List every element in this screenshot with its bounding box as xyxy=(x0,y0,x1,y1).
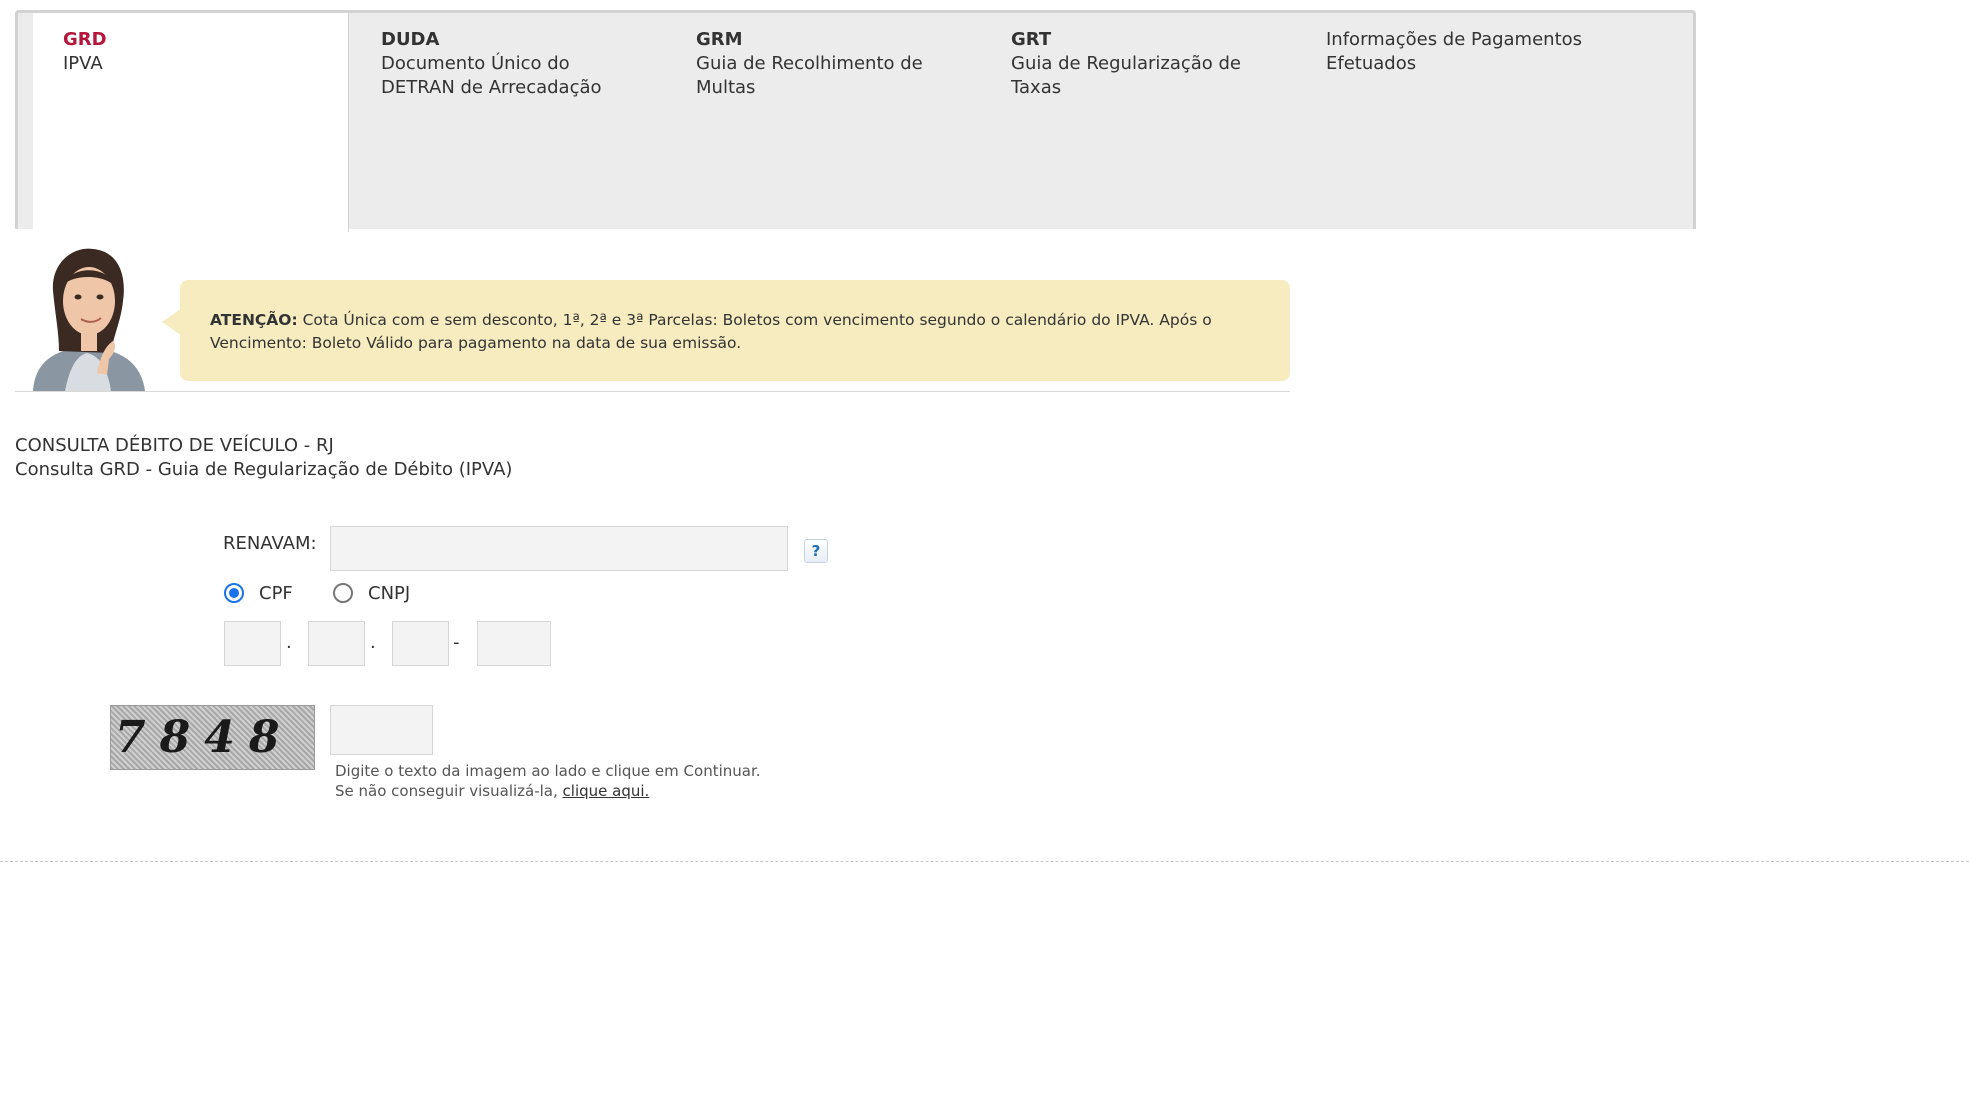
cpf-radio[interactable] xyxy=(224,583,244,603)
captcha-reload-link[interactable]: clique aqui. xyxy=(563,782,650,800)
cpf-radio-label[interactable]: CPF xyxy=(259,583,293,604)
captcha-input[interactable] xyxy=(330,705,433,755)
tab-grm[interactable]: GRM Guia de Recolhimento de Multas xyxy=(696,28,956,100)
tab-duda-code: DUDA xyxy=(381,29,440,50)
captcha-hint-line1: Digite o texto da imagem ao lado e cliqu… xyxy=(335,762,761,780)
footer-divider xyxy=(0,861,1969,862)
notice-divider xyxy=(15,391,1290,392)
tab-grt-code: GRT xyxy=(1011,29,1052,50)
cpf-check-digits-input[interactable] xyxy=(477,621,551,666)
notice-label: ATENÇÃO: xyxy=(210,311,298,329)
tab-duda[interactable]: DUDA Documento Único do DETRAN de Arreca… xyxy=(381,28,641,100)
tab-duda-desc: Documento Único do DETRAN de Arrecadação xyxy=(381,53,602,98)
help-icon[interactable]: ? xyxy=(804,539,828,563)
cnpj-radio[interactable] xyxy=(333,583,353,603)
renavam-input[interactable] xyxy=(330,526,788,571)
captcha-hint: Digite o texto da imagem ao lado e cliqu… xyxy=(335,761,761,801)
page-subtitle: Consulta GRD - Guia de Regularização de … xyxy=(15,459,513,480)
cpf-part3-input[interactable] xyxy=(392,621,449,666)
service-tabs: GRD IPVA DUDA Documento Único do DETRAN … xyxy=(15,10,1696,232)
attention-notice: ATENÇÃO: Cota Única com e sem desconto, … xyxy=(180,280,1290,381)
cpf-part2-input[interactable] xyxy=(308,621,365,666)
tab-payment-info[interactable]: Informações de Pagamentos Efetuados xyxy=(1326,28,1626,76)
cpf-separator: . xyxy=(370,632,376,653)
tab-grt-desc: Guia de Regularização de Taxas xyxy=(1011,53,1242,98)
tab-grd-code: GRD xyxy=(63,29,107,50)
captcha-text: 7848 xyxy=(115,712,294,763)
tab-payment-info-desc: Informações de Pagamentos Efetuados xyxy=(1326,29,1583,74)
tab-grt[interactable]: GRT Guia de Regularização de Taxas xyxy=(1011,28,1271,100)
tab-grd-desc: IPVA xyxy=(63,53,103,74)
captcha-hint-line2-text: Se não conseguir visualizá-la, xyxy=(335,782,563,800)
cpf-separator: . xyxy=(286,632,292,653)
tab-grd[interactable]: GRD IPVA xyxy=(33,13,349,232)
cnpj-radio-label[interactable]: CNPJ xyxy=(368,583,410,604)
captcha-hint-line2: Se não conseguir visualizá-la, clique aq… xyxy=(335,781,761,801)
notice-pointer xyxy=(162,308,182,336)
renavam-label: RENAVAM: xyxy=(223,533,317,554)
assistant-avatar xyxy=(15,241,160,391)
notice-text: Cota Única com e sem desconto, 1ª, 2ª e … xyxy=(210,311,1212,352)
cpf-separator: - xyxy=(453,632,460,653)
tab-grm-code: GRM xyxy=(696,29,743,50)
cpf-part1-input[interactable] xyxy=(224,621,281,666)
tab-grm-desc: Guia de Recolhimento de Multas xyxy=(696,53,923,98)
captcha-image: 7848 xyxy=(110,705,315,770)
page-title: CONSULTA DÉBITO DE VEÍCULO - RJ xyxy=(15,435,334,456)
